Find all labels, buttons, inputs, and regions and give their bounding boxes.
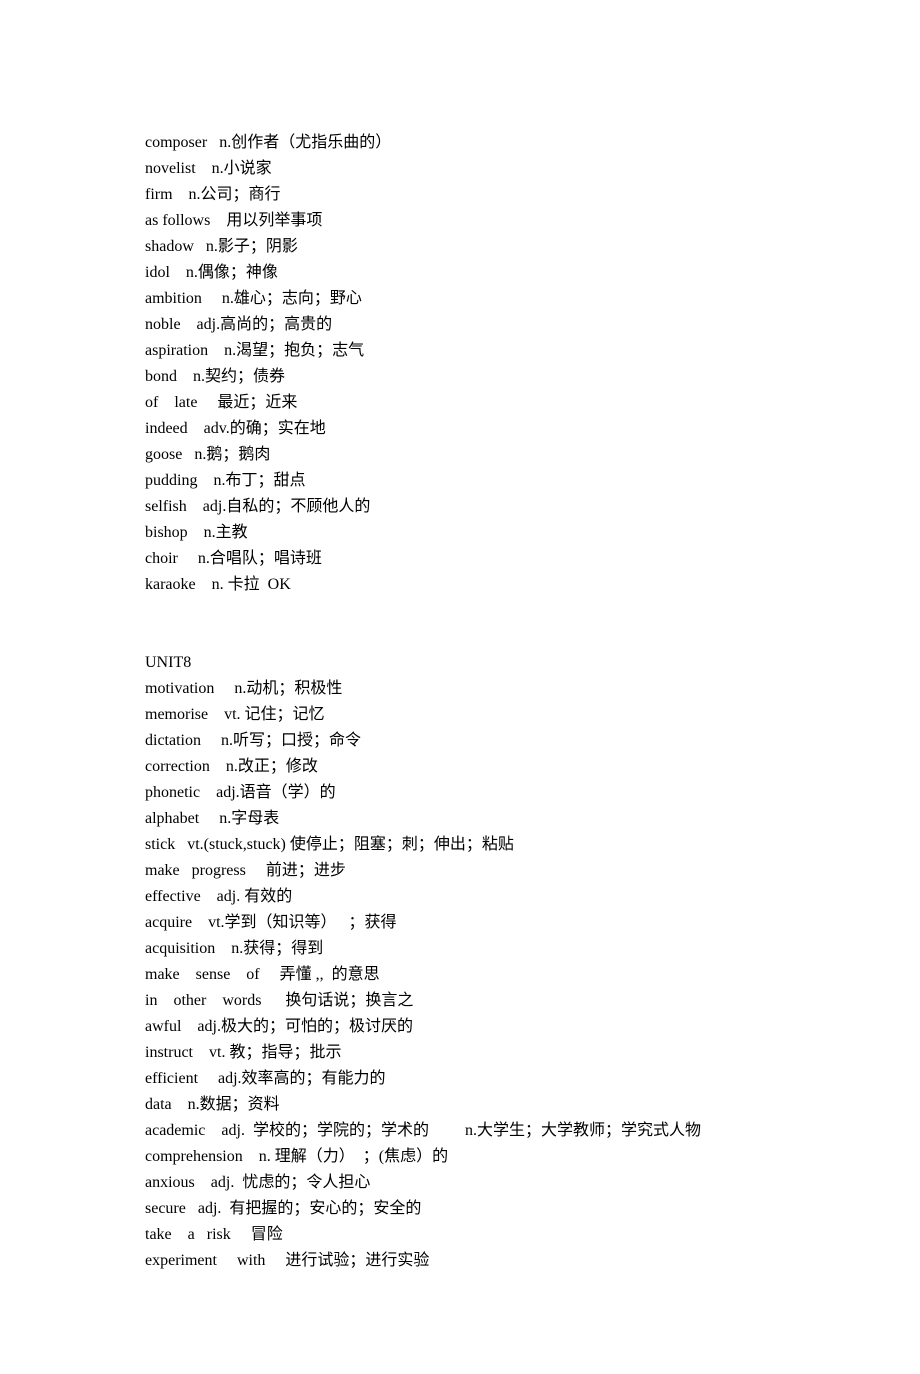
vocab-entry: indeed adv.的确；实在地 xyxy=(145,416,780,442)
vocab-section-1: composer n.创作者（尤指乐曲的）novelist n.小说家firm … xyxy=(145,130,780,598)
document-page: composer n.创作者（尤指乐曲的）novelist n.小说家firm … xyxy=(0,0,920,1374)
vocab-section-2: motivation n.动机；积极性memorise vt. 记住；记忆dic… xyxy=(145,676,780,1274)
vocab-entry: aspiration n.渴望；抱负；志气 xyxy=(145,338,780,364)
vocab-entry: choir n.合唱队；唱诗班 xyxy=(145,546,780,572)
vocab-entry: ambition n.雄心；志向；野心 xyxy=(145,286,780,312)
vocab-entry: bond n.契约；债券 xyxy=(145,364,780,390)
vocab-entry: bishop n.主教 xyxy=(145,520,780,546)
vocab-entry: as follows 用以列举事项 xyxy=(145,208,780,234)
vocab-entry: noble adj.高尚的；高贵的 xyxy=(145,312,780,338)
vocab-entry: idol n.偶像；神像 xyxy=(145,260,780,286)
vocab-entry: selfish adj.自私的；不顾他人的 xyxy=(145,494,780,520)
vocab-entry: shadow n.影子；阴影 xyxy=(145,234,780,260)
vocab-entry: awful adj.极大的；可怕的；极讨厌的 xyxy=(145,1014,780,1040)
vocab-entry: of late 最近；近来 xyxy=(145,390,780,416)
vocab-entry: efficient adj.效率高的；有能力的 xyxy=(145,1066,780,1092)
vocab-entry: composer n.创作者（尤指乐曲的） xyxy=(145,130,780,156)
vocab-entry: alphabet n.字母表 xyxy=(145,806,780,832)
vocab-entry: take a risk 冒险 xyxy=(145,1222,780,1248)
vocab-entry: anxious adj. 忧虑的；令人担心 xyxy=(145,1170,780,1196)
vocab-entry: pudding n.布丁；甜点 xyxy=(145,468,780,494)
vocab-entry: comprehension n. 理解（力） ；(焦虑）的 xyxy=(145,1144,780,1170)
section-gap xyxy=(145,598,780,650)
vocab-entry: make sense of 弄懂 ,, 的意思 xyxy=(145,962,780,988)
vocab-entry: instruct vt. 教；指导；批示 xyxy=(145,1040,780,1066)
vocab-entry: novelist n.小说家 xyxy=(145,156,780,182)
vocab-entry: phonetic adj.语音（学）的 xyxy=(145,780,780,806)
vocab-entry: stick vt.(stuck,stuck) 使停止；阻塞；刺；伸出；粘贴 xyxy=(145,832,780,858)
unit-heading: UNIT8 xyxy=(145,650,780,676)
vocab-entry: motivation n.动机；积极性 xyxy=(145,676,780,702)
vocab-entry: secure adj. 有把握的；安心的；安全的 xyxy=(145,1196,780,1222)
vocab-entry: in other words 换句话说；换言之 xyxy=(145,988,780,1014)
vocab-entry: firm n.公司；商行 xyxy=(145,182,780,208)
vocab-entry: memorise vt. 记住；记忆 xyxy=(145,702,780,728)
vocab-entry: data n.数据；资料 xyxy=(145,1092,780,1118)
vocab-entry: experiment with 进行试验；进行实验 xyxy=(145,1248,780,1274)
vocab-entry: dictation n.听写；口授；命令 xyxy=(145,728,780,754)
vocab-entry: correction n.改正；修改 xyxy=(145,754,780,780)
vocab-entry: acquire vt.学到（知识等） ；获得 xyxy=(145,910,780,936)
vocab-entry: academic adj. 学校的；学院的；学术的 n.大学生；大学教师；学究式… xyxy=(145,1118,780,1144)
vocab-entry: effective adj. 有效的 xyxy=(145,884,780,910)
vocab-entry: acquisition n.获得；得到 xyxy=(145,936,780,962)
vocab-entry: make progress 前进；进步 xyxy=(145,858,780,884)
vocab-entry: goose n.鹅；鹅肉 xyxy=(145,442,780,468)
vocab-entry: karaoke n. 卡拉 OK xyxy=(145,572,780,598)
